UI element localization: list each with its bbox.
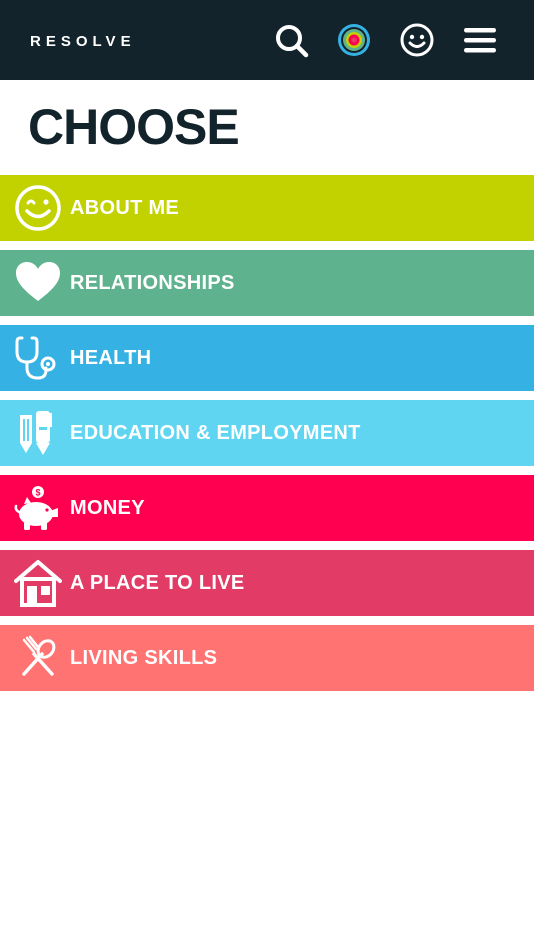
search-icon[interactable] <box>273 22 309 58</box>
heart-icon <box>14 259 62 307</box>
category-health[interactable]: HEALTH <box>0 325 534 391</box>
category-label: HEALTH <box>70 347 152 369</box>
category-label: LIVING SKILLS <box>70 647 218 669</box>
category-list: ABOUT ME RELATIONSHIPS HEALTH EDUCATION … <box>0 175 534 700</box>
stethoscope-icon <box>14 334 62 382</box>
top-bar: RESOLVE <box>0 0 534 80</box>
pencil-pen-icon <box>14 409 62 457</box>
category-label: EDUCATION & EMPLOYMENT <box>70 422 361 444</box>
category-relationships[interactable]: RELATIONSHIPS <box>0 250 534 316</box>
category-label: MONEY <box>70 497 145 519</box>
category-living-skills[interactable]: LIVING SKILLS <box>0 625 534 691</box>
target-icon[interactable] <box>336 22 372 58</box>
category-about-me[interactable]: ABOUT ME <box>0 175 534 241</box>
house-icon <box>14 559 62 607</box>
piggy-bank-icon: $ <box>14 484 62 532</box>
category-a-place-to-live[interactable]: A PLACE TO LIVE <box>0 550 534 616</box>
category-money[interactable]: $ MONEY <box>0 475 534 541</box>
category-label: A PLACE TO LIVE <box>70 572 245 594</box>
svg-text:$: $ <box>35 488 40 498</box>
brand-logo[interactable]: RESOLVE <box>30 33 136 50</box>
category-label: ABOUT ME <box>70 197 180 219</box>
utensils-icon <box>14 634 62 682</box>
smiley-face-icon <box>14 184 62 232</box>
category-education-employment[interactable]: EDUCATION & EMPLOYMENT <box>0 400 534 466</box>
page-title: CHOOSE <box>28 99 240 155</box>
category-label: RELATIONSHIPS <box>70 272 235 294</box>
hamburger-menu-icon[interactable] <box>462 22 498 58</box>
smiley-icon[interactable] <box>399 22 435 58</box>
